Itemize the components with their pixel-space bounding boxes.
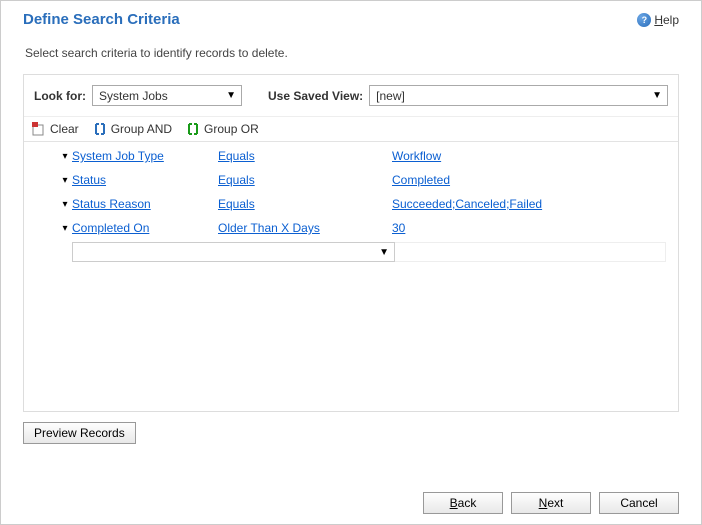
filter-row: ▾ Status Equals Completed	[24, 168, 678, 192]
filter-value-link[interactable]: Completed	[392, 173, 450, 187]
row-menu-chevron[interactable]: ▾	[58, 199, 72, 210]
filter-field-link[interactable]: Status	[72, 173, 106, 187]
group-and-icon	[93, 122, 107, 136]
new-field-select[interactable]: ▼	[72, 242, 395, 262]
filter-field-link[interactable]: Status Reason	[72, 197, 151, 211]
lookfor-select[interactable]: System Jobs ▼	[92, 85, 242, 106]
group-or-icon	[186, 122, 200, 136]
group-and-label: Group AND	[111, 122, 172, 136]
row-menu-chevron[interactable]: ▾	[58, 223, 72, 234]
filter-operator-link[interactable]: Equals	[218, 197, 255, 211]
savedview-value: [new]	[376, 89, 405, 103]
filter-row: ▾ System Job Type Equals Workflow	[24, 144, 678, 168]
group-and-button[interactable]: Group AND	[93, 122, 172, 136]
filter-operator-link[interactable]: Equals	[218, 173, 255, 187]
criteria-panel: Look for: System Jobs ▼ Use Saved View: …	[23, 74, 679, 412]
group-or-button[interactable]: Group OR	[186, 122, 259, 136]
filter-field-link[interactable]: System Job Type	[72, 149, 164, 163]
clear-icon	[32, 122, 46, 136]
new-value-cell[interactable]	[395, 242, 666, 262]
filter-rows: ▾ System Job Type Equals Workflow ▾ Stat…	[24, 142, 678, 264]
group-or-label: Group OR	[204, 122, 259, 136]
help-icon: ?	[637, 13, 651, 27]
filter-value-link[interactable]: Workflow	[392, 149, 441, 163]
instruction-text: Select search criteria to identify recor…	[1, 32, 701, 74]
back-button[interactable]: Back	[423, 492, 503, 514]
savedview-label: Use Saved View:	[268, 89, 363, 103]
help-link[interactable]: ? Help	[637, 13, 679, 27]
filter-operator-link[interactable]: Equals	[218, 149, 255, 163]
filter-row: ▾ Status Reason Equals Succeeded;Cancele…	[24, 192, 678, 216]
page-title: Define Search Criteria	[23, 11, 180, 28]
clear-button[interactable]: Clear	[32, 122, 79, 136]
next-button[interactable]: Next	[511, 492, 591, 514]
filter-value-link[interactable]: 30	[392, 221, 405, 235]
new-filter-row: ▼	[24, 242, 678, 262]
chevron-down-icon: ▼	[652, 90, 662, 101]
savedview-select[interactable]: [new] ▼	[369, 85, 668, 106]
clear-label: Clear	[50, 122, 79, 136]
row-menu-chevron[interactable]: ▾	[58, 175, 72, 186]
cancel-button[interactable]: Cancel	[599, 492, 679, 514]
filter-operator-link[interactable]: Older Than X Days	[218, 221, 320, 235]
filter-row: ▾ Completed On Older Than X Days 30	[24, 216, 678, 240]
chevron-down-icon: ▼	[226, 90, 236, 101]
chevron-down-icon: ▼	[379, 247, 389, 258]
lookfor-label: Look for:	[34, 89, 86, 103]
preview-records-button[interactable]: Preview Records	[23, 422, 136, 444]
filter-field-link[interactable]: Completed On	[72, 221, 149, 235]
filter-value-link[interactable]: Succeeded;Canceled;Failed	[392, 197, 542, 211]
row-menu-chevron[interactable]: ▾	[58, 151, 72, 162]
help-label: Help	[654, 13, 679, 27]
lookfor-value: System Jobs	[99, 89, 168, 103]
